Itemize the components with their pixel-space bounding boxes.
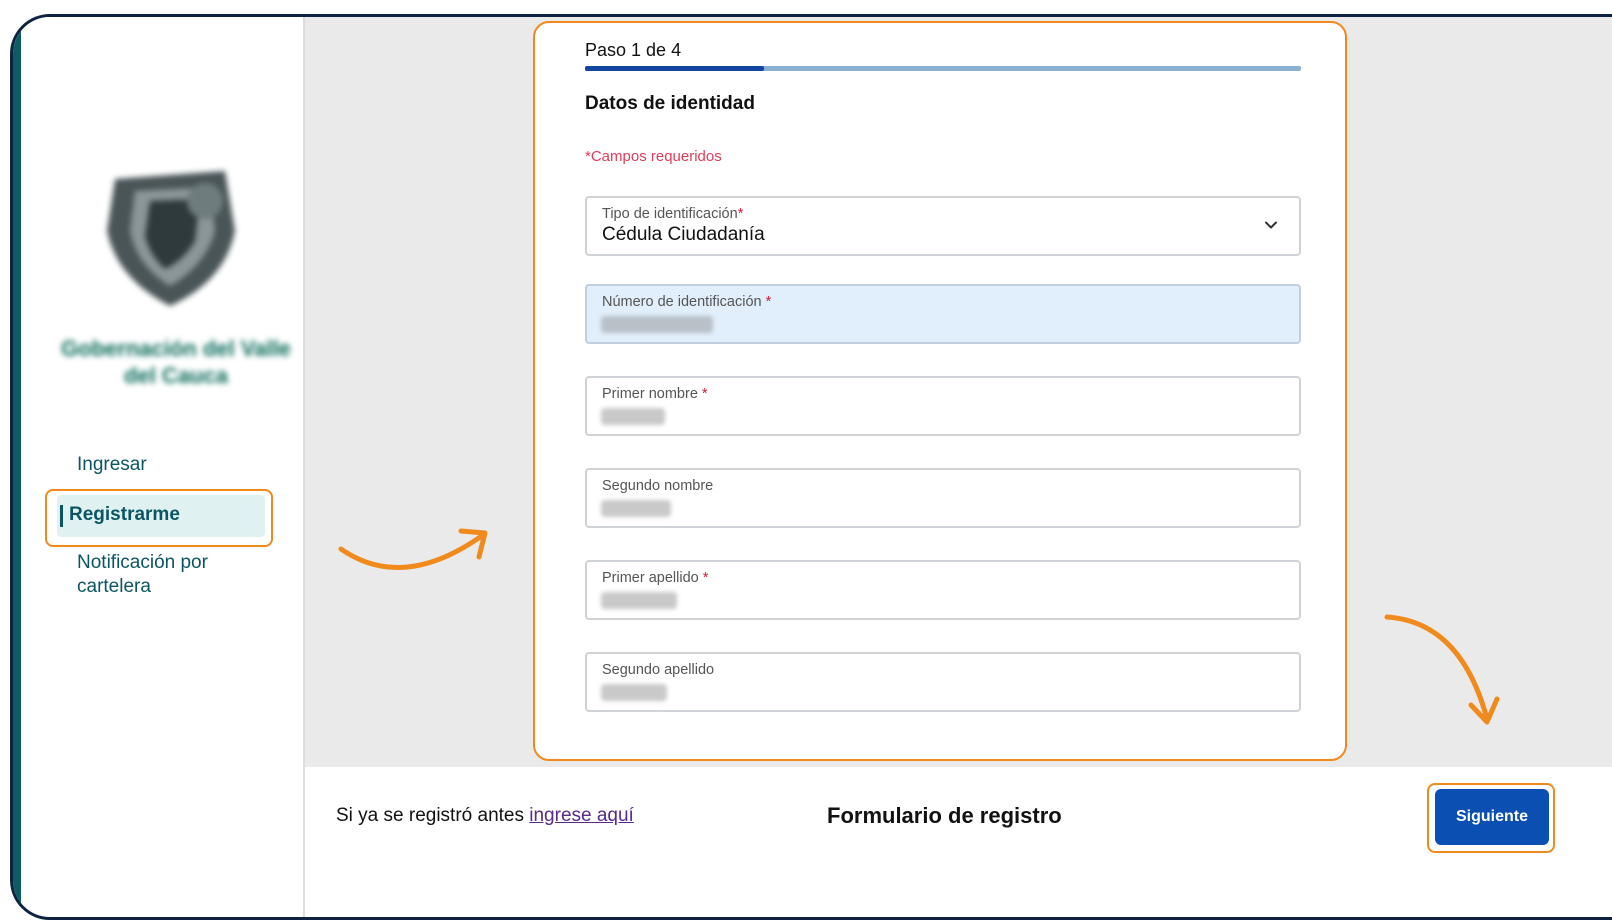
highlight-box: Siguiente	[1427, 783, 1555, 853]
field-label: Primer apellido *	[602, 570, 709, 586]
redacted-value	[601, 592, 677, 609]
field-label: Segundo nombre	[602, 478, 714, 494]
right-arrow-annotation	[338, 528, 488, 570]
step-indicator: Paso 1 de 4	[585, 40, 682, 60]
primer-nombre-field[interactable]: Primer nombre *	[585, 376, 1301, 436]
redacted-value	[601, 316, 713, 333]
chevron-down-icon	[1265, 221, 1277, 229]
primer-apellido-field[interactable]: Primer apellido *	[585, 560, 1301, 620]
field-label: Tipo de identificación*	[602, 206, 744, 222]
segundo-apellido-field[interactable]: Segundo apellido	[585, 652, 1301, 712]
tipo-identificacion-select[interactable]: Tipo de identificación* Cédula Ciudadaní…	[585, 196, 1301, 256]
redacted-value	[601, 408, 665, 425]
down-arrow-annotation	[1384, 614, 1500, 725]
numero-identificacion-field[interactable]: Número de identificación *	[585, 284, 1301, 344]
sidebar: Gobernación del Valle del Cauca Ingresar…	[21, 17, 305, 917]
window-accent-strip	[13, 17, 21, 917]
progress-bar	[585, 66, 1301, 71]
shield-logo-icon	[107, 171, 235, 306]
field-label: Segundo apellido	[602, 662, 715, 678]
progress-fill	[585, 66, 764, 71]
sidebar-item-registrarme[interactable]: Registrarme	[57, 495, 265, 537]
field-value: Cédula Ciudadanía	[602, 224, 765, 245]
org-name: Gobernación del Valle del Cauca	[61, 336, 291, 388]
sidebar-item-notificacion[interactable]: Notificación por cartelera	[77, 551, 257, 599]
form-title: Formulario de registro	[827, 803, 1062, 828]
redacted-value	[601, 500, 671, 517]
required-note: *Campos requeridos	[585, 148, 722, 165]
sidebar-item-ingresar[interactable]: Ingresar	[77, 453, 147, 477]
app-window: Gobernación del Valle del Cauca Ingresar…	[10, 14, 1612, 920]
next-button[interactable]: Siguiente	[1435, 789, 1549, 845]
section-title: Datos de identidad	[585, 93, 755, 114]
login-prompt: Si ya se registró antes ingrese aquí	[336, 805, 634, 826]
segundo-nombre-field[interactable]: Segundo nombre	[585, 468, 1301, 528]
highlight-box: Registrarme	[45, 489, 273, 547]
active-indicator	[60, 505, 63, 527]
footer-bar: Si ya se registró antes ingrese aquí For…	[305, 767, 1612, 917]
redacted-value	[601, 684, 667, 701]
registration-card: Paso 1 de 4 Datos de identidad *Campos r…	[533, 21, 1347, 761]
login-link[interactable]: ingrese aquí	[529, 805, 634, 826]
sidebar-item-label: Registrarme	[69, 504, 180, 525]
field-label: Número de identificación *	[602, 294, 772, 310]
field-label: Primer nombre *	[602, 386, 708, 402]
